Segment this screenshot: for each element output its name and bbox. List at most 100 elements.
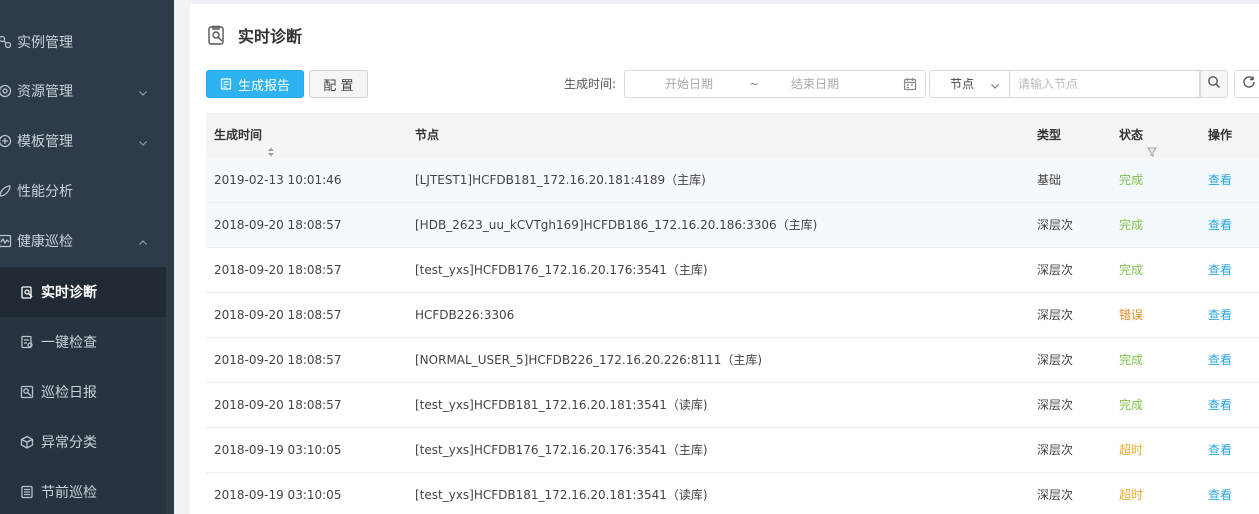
column-header-status[interactable]: 状态 [1119,113,1158,158]
chevron-up-icon [138,236,148,246]
view-link[interactable]: 查看 [1208,158,1232,202]
cell-time: 2018-09-19 03:10:05 [214,488,342,502]
anomaly-icon [20,435,34,449]
sidebar-item-label: 资源管理 [17,84,73,100]
table-header: 生成时间 节点 类型 状态 操作 [206,113,1259,158]
sidebar-subitem-label: 一键检查 [41,335,97,351]
cell-node: [NORMAL_USER_5]HCFDB226_172.16.20.226:81… [415,353,763,367]
cell-status: 完成 [1119,263,1144,277]
date-range-picker[interactable]: 开始日期 ~ 结束日期 [624,70,926,98]
cell-time: 2018-09-20 18:08:57 [214,308,342,322]
diagnosis-icon [20,285,34,299]
view-link[interactable]: 查看 [1208,203,1232,247]
diagnosis-icon [206,24,228,46]
config-label: 配 置 [323,78,354,94]
view-link[interactable]: 查看 [1208,293,1232,337]
sidebar-item-label: 实例管理 [17,35,73,51]
generate-report-label: 生成报告 [237,78,290,94]
main-panel: 实时诊断 生成报告 配 置 生成时间: 开始日期 ~ 结束日期 节点 请输入节点… [190,4,1259,514]
sidebar-item-instance-management[interactable]: 实例管理 [0,17,174,67]
cell-node: [test_yxs]HCFDB181_172.16.20.181:3541（读库… [415,488,708,502]
cell-node: [test_yxs]HCFDB176_172.16.20.176:3541（主库… [415,263,708,277]
holiday-icon [20,485,34,499]
sidebar-subitem-holiday-inspection[interactable]: 节前巡检 [0,467,166,514]
sidebar-subitem-one-click-check[interactable]: 一键检查 [0,317,166,367]
performance-icon [0,184,12,198]
check-icon [20,335,34,349]
filter-icon[interactable] [1146,131,1158,157]
cell-type: 深层次 [1037,398,1074,412]
view-link[interactable]: 查看 [1208,383,1232,427]
column-header-label: 状态 [1119,128,1144,142]
cell-type: 深层次 [1037,308,1074,322]
cell-status: 完成 [1119,398,1144,412]
table-row: 2018-09-19 03:10:05 [test_yxs]HCFDB176_1… [206,428,1259,473]
cell-node: [test_yxs]HCFDB181_172.16.20.181:3541（读库… [415,398,708,412]
sidebar-item-label: 健康巡检 [17,234,73,250]
sidebar-subitem-label: 异常分类 [41,435,97,451]
refresh-icon [1242,75,1256,93]
column-header-type: 类型 [1037,128,1062,142]
sidebar-item-resource-management[interactable]: 资源管理 [0,66,174,116]
sidebar-subitem-label: 节前巡检 [41,485,97,501]
table-row: 2018-09-20 18:08:57 [NORMAL_USER_5]HCFDB… [206,338,1259,383]
sort-icon[interactable] [267,131,275,156]
health-icon [0,234,12,248]
sidebar-subitem-realtime-diagnosis[interactable]: 实时诊断 [0,267,166,317]
column-header-action: 操作 [1208,128,1233,142]
cell-type: 深层次 [1037,353,1074,367]
cell-node: [LJTEST1]HCFDB181_172.16.20.181:4189（主库) [415,173,706,187]
cell-type: 基础 [1037,173,1062,187]
node-field-select[interactable]: 节点 [929,70,1010,98]
cell-time: 2018-09-20 18:08:57 [214,353,342,367]
config-button[interactable]: 配 置 [309,70,368,98]
table-row: 2019-02-13 10:01:46 [LJTEST1]HCFDB181_17… [206,158,1259,203]
view-link[interactable]: 查看 [1208,473,1232,514]
view-link[interactable]: 查看 [1208,248,1232,292]
view-link[interactable]: 查看 [1208,428,1232,472]
cell-time: 2019-02-13 10:01:46 [214,173,342,187]
node-search-field [1010,70,1200,98]
cell-node: [test_yxs]HCFDB176_172.16.20.176:3541（主库… [415,443,708,457]
sidebar-scroll-gutter [166,266,174,514]
table-row: 2018-09-20 18:08:57 HCFDB226:3306 深层次 错误… [206,293,1259,338]
generate-time-label: 生成时间: [564,77,617,91]
column-header-time[interactable]: 生成时间 [214,113,275,158]
sidebar-subitem-label: 巡检日报 [41,385,97,401]
cell-status: 完成 [1119,218,1144,232]
cell-status: 完成 [1119,353,1144,367]
search-icon [1207,75,1221,93]
cell-node: HCFDB226:3306 [415,308,515,322]
instance-icon [0,35,12,49]
search-button[interactable] [1200,70,1228,98]
cell-time: 2018-09-19 03:10:05 [214,443,342,457]
sidebar: 实例管理 资源管理 模板管理 性能分析 健康巡检 实时诊断 一键检查 巡检日报 … [0,0,174,514]
cell-time: 2018-09-20 18:08:57 [214,218,342,232]
table-row: 2018-09-19 03:10:05 [test_yxs]HCFDB181_1… [206,473,1259,514]
cell-type: 深层次 [1037,488,1074,502]
sidebar-item-template-management[interactable]: 模板管理 [0,116,174,166]
cell-type: 深层次 [1037,443,1074,457]
document-icon [220,78,232,90]
range-separator: ~ [749,77,760,91]
page-title-text: 实时诊断 [238,27,303,46]
cell-status: 错误 [1119,308,1144,322]
sidebar-subitem-daily-report[interactable]: 巡检日报 [0,367,166,417]
start-date-placeholder: 开始日期 [665,77,714,91]
refresh-button[interactable] [1234,70,1259,98]
chevron-down-icon [138,136,148,146]
calendar-icon[interactable] [903,77,917,91]
template-icon [0,134,12,148]
end-date-placeholder: 结束日期 [791,77,840,91]
sidebar-subitem-anomaly-classification[interactable]: 异常分类 [0,417,166,467]
sidebar-item-performance-analysis[interactable]: 性能分析 [0,166,174,216]
generate-report-button[interactable]: 生成报告 [206,70,304,98]
cell-status: 超时 [1119,443,1144,457]
column-header-label: 生成时间 [214,128,263,142]
table-row: 2018-09-20 18:08:57 [test_yxs]HCFDB181_1… [206,383,1259,428]
cell-time: 2018-09-20 18:08:57 [214,263,342,277]
node-search-input[interactable] [1010,71,1190,97]
view-link[interactable]: 查看 [1208,338,1232,382]
sidebar-item-health-inspection[interactable]: 健康巡检 [0,216,174,266]
cell-type: 深层次 [1037,263,1074,277]
